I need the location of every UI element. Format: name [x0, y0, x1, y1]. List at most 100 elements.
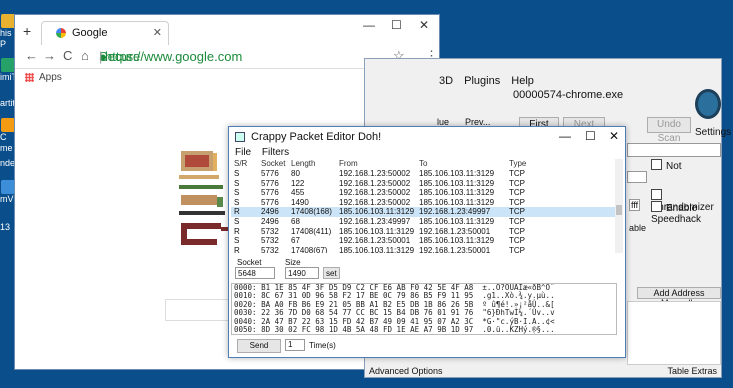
cheat-engine-menu: 3D Plugins Help [439, 75, 542, 87]
packet-row[interactable]: S 5776 80 192.168.1.23:50002 185.106.103.11:… [231, 169, 619, 179]
close-window-button[interactable]: ✕ [609, 129, 619, 143]
set-button[interactable]: set [323, 267, 340, 279]
packet-cell: 5732 [261, 245, 279, 253]
executable-label: able [629, 223, 647, 233]
packet-cell: 192.168.1.23:50001 [419, 245, 491, 253]
column-header-sr[interactable]: S/R [231, 159, 261, 169]
apps-grid-icon [25, 73, 34, 82]
packet-cell: TCP [509, 207, 525, 217]
times-input[interactable]: 1 [285, 339, 305, 351]
packet-cell: 192.168.1.23:50002 [339, 169, 411, 178]
memory-range-input[interactable]: fff [629, 199, 641, 211]
menu-item-help[interactable]: Help [511, 75, 534, 87]
packet-cell: 192.168.1.23:50001 [419, 226, 491, 236]
app-icon [1, 58, 15, 72]
app-icon [235, 132, 245, 142]
packet-row[interactable]: S 2496 68 192.168.1.23:49997 185.106.103.11:… [231, 217, 619, 227]
minimize-button[interactable]: — [559, 129, 571, 143]
packet-cell: 185.106.103.11:3129 [419, 197, 495, 207]
packet-cell: 5776 [261, 197, 279, 207]
window-title: Crappy Packet Editor Doh! [251, 131, 382, 143]
packet-cell: 185.106.103.11:3129 [339, 207, 415, 217]
folder-icon [1, 14, 15, 28]
packet-cell: 2496 [261, 207, 279, 217]
new-tab-button[interactable]: + [23, 23, 31, 39]
socket-input[interactable]: 5648 [235, 267, 275, 279]
close-tab-icon[interactable]: ✕ [153, 26, 162, 39]
packet-cell: 192.168.1.23:49997 [419, 207, 491, 217]
packet-cell: 185.106.103.11:3129 [339, 226, 415, 236]
tab-title: Google [72, 27, 108, 39]
packet-row[interactable]: S 5732 67 192.168.1.23:50001 185.106.103.11:… [231, 236, 619, 246]
browser-tab[interactable]: Google ✕ [41, 21, 169, 45]
packet-row[interactable]: S 5776 1490 192.168.1.23:50002 185.106.103.1… [231, 198, 619, 208]
packet-cell: 455 [291, 188, 305, 198]
packet-cell: 5776 [261, 188, 279, 198]
back-icon[interactable]: ← [25, 48, 38, 63]
size-label: Size [285, 258, 301, 267]
packet-cell: S [234, 188, 240, 198]
teamviewer-icon [1, 180, 15, 194]
packet-editor-window: Crappy Packet Editor Doh! — ☐ ✕ File Fil… [228, 126, 626, 358]
minimize-button[interactable]: — [363, 18, 375, 32]
packet-cell: S [234, 236, 240, 246]
packet-row[interactable]: R 5732 17408(411) 185.106.103.11:3129 192.16… [231, 227, 619, 237]
settings-label[interactable]: Settings [695, 127, 731, 138]
maximize-button[interactable]: ☐ [585, 129, 596, 143]
packet-cell: TCP [509, 236, 525, 246]
packet-cell: 192.168.1.23:50002 [339, 178, 411, 188]
packet-cell: 192.168.1.23:49997 [339, 216, 411, 226]
undo-scan-button[interactable]: Undo Scan [647, 117, 691, 144]
packet-cell: 185.106.103.11:3129 [419, 216, 495, 226]
packet-row[interactable]: S 5776 122 192.168.1.23:50002 185.106.103.11… [231, 179, 619, 189]
table-extras-link[interactable]: Table Extras [667, 366, 717, 376]
packet-row[interactable]: S 5776 455 192.168.1.23:50002 185.106.103.11… [231, 188, 619, 198]
home-icon[interactable]: ⌂ [81, 48, 89, 63]
close-window-button[interactable]: ✕ [419, 18, 429, 32]
add-address-manually-button[interactable]: Add Address Manually [637, 287, 721, 308]
packet-list-scrollbar[interactable] [615, 159, 623, 253]
size-input[interactable]: 1490 [285, 267, 319, 279]
cheat-engine-logo-icon[interactable] [695, 89, 721, 119]
menu-item-plugins[interactable]: Plugins [464, 75, 500, 87]
menu-item-d3d[interactable]: 3D [439, 75, 453, 87]
packet-cell: TCP [509, 216, 525, 226]
packet-cell: TCP [509, 178, 525, 188]
advanced-options-link[interactable]: Advanced Options [369, 366, 443, 376]
forward-icon[interactable]: → [43, 48, 56, 63]
packet-cell: 17408(411) [291, 226, 332, 236]
packet-row[interactable]: R 5732 17408(67) 185.106.103.11:3129 192.168… [231, 246, 619, 253]
packet-row[interactable]: R 2496 17408(168) 185.106.103.11:3129 192.16… [231, 207, 619, 217]
packet-cell: R [234, 207, 240, 217]
column-header-socket[interactable]: Socket [261, 159, 291, 169]
packet-editor-menu: File Filters [229, 147, 625, 159]
packet-list[interactable]: S/R Socket Length From To Type S 5776 80 19… [231, 159, 619, 253]
packet-list-header: S/R Socket Length From To Type [231, 159, 619, 169]
apps-bookmark[interactable]: Apps [39, 72, 62, 83]
menu-item-filters[interactable]: Filters [262, 147, 289, 158]
packet-cell: 122 [291, 178, 305, 188]
column-header-to[interactable]: To [419, 159, 509, 169]
not-checkbox[interactable]: Not [651, 159, 682, 172]
value-input[interactable] [627, 143, 721, 157]
scan-type-dropdown[interactable] [627, 171, 647, 183]
packet-cell: 1490 [291, 197, 309, 207]
column-header-type[interactable]: Type [509, 159, 569, 169]
send-button[interactable]: Send [237, 339, 281, 353]
column-header-from[interactable]: From [337, 159, 419, 169]
address-list[interactable] [627, 301, 721, 365]
packet-cell: TCP [509, 245, 525, 253]
packet-cell: S [234, 197, 240, 207]
packet-cell: TCP [509, 188, 525, 198]
speedhack-checkbox[interactable]: Enable Speedhack [651, 201, 721, 225]
packet-cell: 80 [291, 169, 300, 178]
menu-item-file[interactable]: File [235, 147, 251, 158]
packet-cell: R [234, 245, 240, 253]
address-bar[interactable]: ● Secure | https://www.google.com [99, 46, 385, 66]
hex-dump-view[interactable]: 0000: B1 1E 85 4F 3F D5 D9 C2 CF E6 AB F… [231, 283, 617, 335]
column-header-length[interactable]: Length [291, 159, 337, 169]
chrome-titlebar: + Google ✕ — ☐ ✕ [15, 15, 439, 45]
maximize-button[interactable]: ☐ [391, 18, 402, 32]
packet-cell: 192.168.1.23:50002 [339, 197, 411, 207]
reload-icon[interactable]: C [63, 48, 72, 63]
